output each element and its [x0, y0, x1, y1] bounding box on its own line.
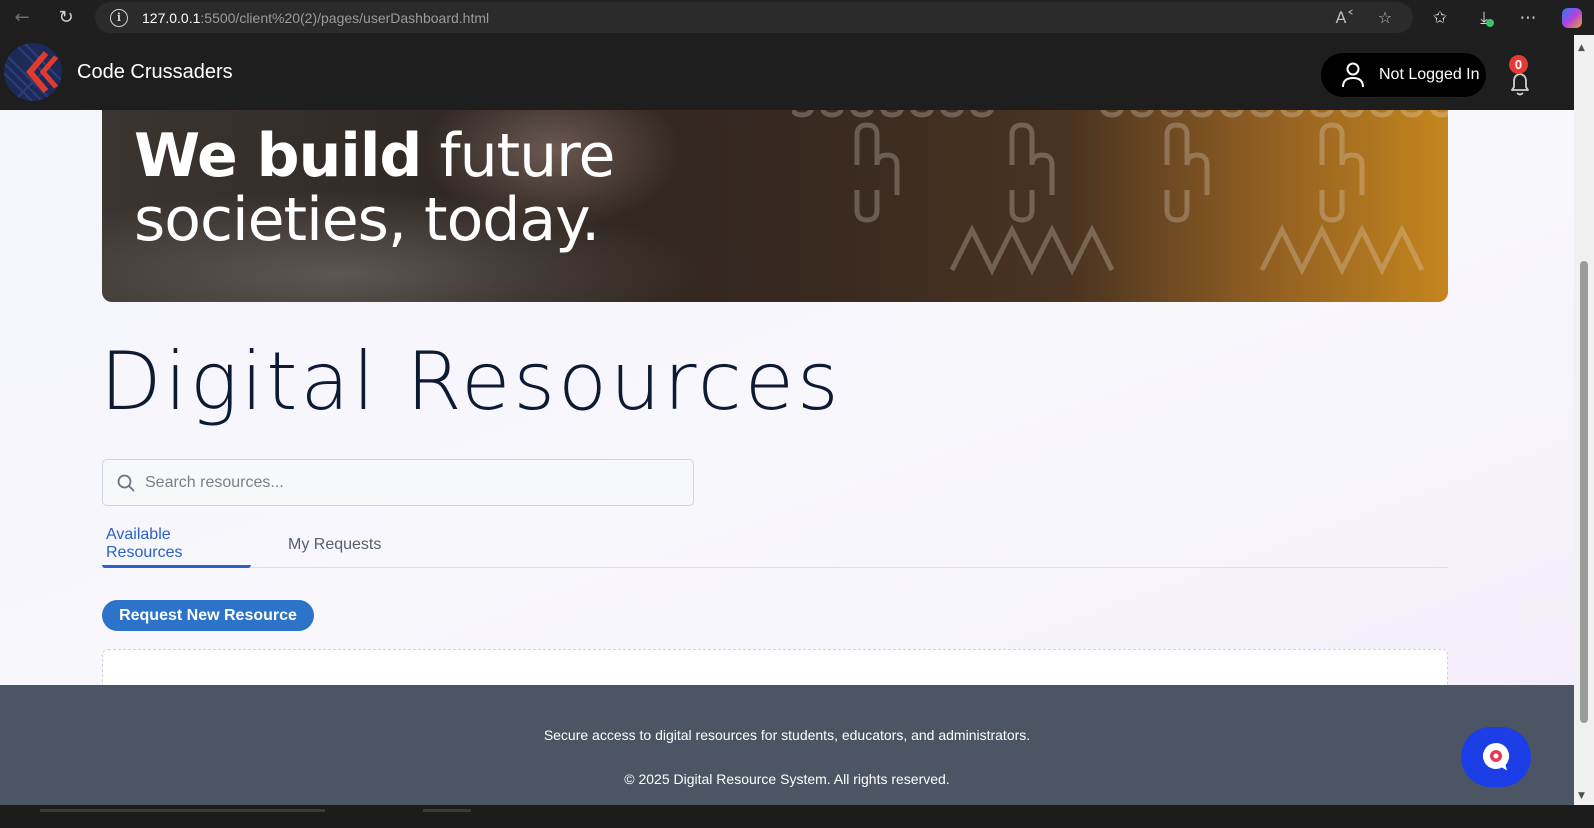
- notification-count-badge: 0: [1509, 55, 1528, 74]
- scroll-up-icon[interactable]: ▲: [1578, 43, 1585, 53]
- page-title: Digital Resources: [100, 335, 842, 428]
- taskbar-strip: [0, 805, 1594, 828]
- reload-icon[interactable]: ↻: [50, 2, 82, 34]
- site-info-icon[interactable]: i: [110, 8, 128, 27]
- logo-icon: [4, 43, 62, 101]
- favorites-icon[interactable]: ✩: [1418, 0, 1462, 35]
- tab-available-resources[interactable]: Available Resources: [102, 522, 251, 568]
- footer-tagline: Secure access to digital resources for s…: [543, 727, 1031, 743]
- back-arrow-icon[interactable]: ←: [6, 2, 38, 34]
- url-text[interactable]: 127.0.0.1:5500/client%20(2)/pages/userDa…: [142, 10, 489, 26]
- chat-assistant-button[interactable]: [1461, 727, 1531, 787]
- app-header: Code Crussaders Not Logged In 0: [0, 35, 1574, 110]
- more-menu-icon[interactable]: ⋯: [1506, 0, 1550, 35]
- url-path: :5500/client%20(2)/pages/userDashboard.h…: [200, 9, 490, 26]
- search-box[interactable]: [102, 459, 694, 506]
- brand-logo[interactable]: [4, 43, 62, 101]
- tab-my-requests[interactable]: My Requests: [284, 522, 385, 568]
- favorite-star-icon[interactable]: ☆: [1375, 6, 1395, 28]
- page-scrollbar[interactable]: ▲ ▼: [1574, 35, 1594, 805]
- url-host: 127.0.0.1: [142, 9, 201, 26]
- footer-copyright: © 2025 Digital Resource System. All righ…: [624, 771, 950, 787]
- page-viewport: We build future societies, today. Digita…: [0, 35, 1574, 805]
- read-aloud-icon[interactable]: A˂: [1335, 6, 1355, 28]
- user-icon: [1342, 62, 1364, 88]
- hero-heading: We build future societies, today.: [134, 121, 615, 255]
- hero-line2: societies, today.: [134, 185, 600, 255]
- browser-toolbar: ← ↻ i 127.0.0.1:5500/client%20(2)/pages/…: [0, 0, 1594, 35]
- downloads-icon[interactable]: ⤓: [1462, 0, 1506, 35]
- search-input[interactable]: [145, 473, 665, 492]
- hero-line1-rest: future: [421, 121, 615, 191]
- request-new-resource-button[interactable]: Request New Resource: [102, 600, 314, 631]
- address-bar[interactable]: i 127.0.0.1:5500/client%20(2)/pages/user…: [95, 2, 1413, 33]
- brand-name[interactable]: Code Crussaders: [77, 61, 233, 84]
- copilot-icon[interactable]: [1550, 0, 1594, 35]
- notification-bell-icon[interactable]: [1507, 71, 1533, 97]
- resource-tabs: Available Resources My Requests: [102, 522, 1448, 568]
- footer: Secure access to digital resources for s…: [0, 685, 1574, 805]
- login-status-text: Not Logged In: [1379, 66, 1480, 83]
- scroll-thumb[interactable]: [1580, 261, 1588, 723]
- chatbot-icon: [1482, 742, 1510, 771]
- login-status-button[interactable]: Not Logged In: [1321, 53, 1486, 97]
- download-complete-badge: [1486, 19, 1494, 27]
- hero-line1-bold: We build: [134, 121, 422, 191]
- search-icon: [117, 474, 135, 491]
- scroll-down-icon[interactable]: ▼: [1578, 791, 1585, 801]
